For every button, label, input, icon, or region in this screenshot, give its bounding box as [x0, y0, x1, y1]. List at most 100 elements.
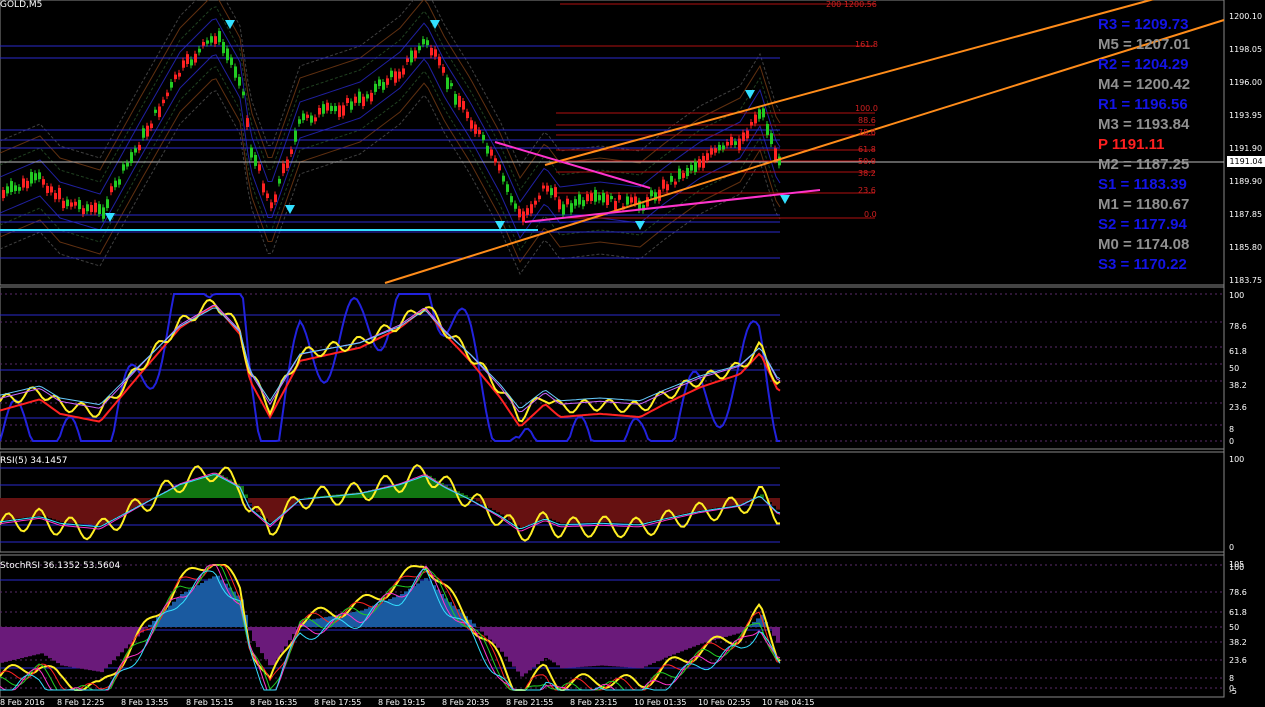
candle-body: [618, 195, 621, 200]
stoch-hist-bar: [636, 627, 640, 668]
stoch-hist-bar: [536, 627, 540, 665]
pivot-m2: M2 = 1187.25: [1098, 156, 1190, 173]
time-tick: 8 Feb 15:15: [186, 698, 234, 707]
stoch-hist-bar: [772, 627, 776, 636]
stoch-hist-bar: [544, 627, 548, 659]
stoch-hist-bar: [568, 627, 572, 668]
candle-body: [282, 163, 285, 174]
candle-body: [374, 83, 377, 92]
time-tick: 8 Feb 13:55: [121, 698, 169, 707]
candle-body: [554, 187, 557, 198]
stoch-hist-bar: [496, 627, 500, 648]
stoch-hist-bar: [664, 627, 668, 658]
stoch-hist-bar: [124, 627, 128, 649]
candle-body: [366, 94, 369, 99]
stoch-hist-bar: [48, 627, 52, 659]
rsi-hist-bar: [116, 498, 120, 517]
stoch-hist-bar: [604, 627, 608, 666]
candle-body: [322, 104, 325, 114]
stoch-hist-bar: [180, 594, 184, 627]
fib-label: 88.6: [858, 116, 876, 125]
candle-body: [218, 31, 221, 43]
fib-label: 78.6: [858, 128, 876, 137]
rsi-hist-bar: [592, 498, 596, 523]
rsi-hist-bar: [84, 498, 88, 525]
magenta-line: [524, 189, 821, 223]
stoch-hist-bar: [8, 627, 12, 661]
candle-body: [486, 145, 489, 154]
candle-body: [150, 123, 153, 129]
ind1-tick: 38.2: [1229, 381, 1247, 390]
candle-body: [330, 105, 333, 111]
chart-canvas[interactable]: [0, 0, 1265, 707]
stoch-hist-bar: [192, 587, 196, 627]
stoch-hist-bar: [488, 627, 492, 640]
price-tick: 1191.90: [1229, 144, 1263, 153]
time-tick: 8 Feb 2016: [0, 698, 45, 707]
candle-body: [570, 203, 573, 213]
stoch-hist-bar: [596, 627, 600, 666]
stoch-hist-bar: [212, 576, 216, 627]
candle-body: [630, 197, 633, 203]
candle-body: [430, 47, 433, 56]
candle-body: [758, 109, 761, 119]
stoch-hist-bar: [540, 627, 544, 662]
stoch-hist-bar: [736, 627, 740, 634]
stoch-hist-bar: [204, 580, 208, 627]
rsi-hist-bar: [772, 498, 776, 506]
candle-body: [598, 195, 601, 201]
candle-body: [478, 130, 481, 135]
candle-body: [298, 119, 301, 124]
ind1-tick: 23.6: [1229, 403, 1247, 412]
candle-body: [186, 54, 189, 64]
candle-body: [26, 180, 29, 189]
candle-body: [98, 204, 101, 215]
candle-body: [338, 105, 341, 117]
stoch-hist-bar: [564, 627, 568, 668]
candle-body: [602, 192, 605, 203]
candle-body: [182, 60, 185, 68]
candle-body: [390, 70, 393, 78]
candle-body: [62, 200, 65, 209]
candle-body: [74, 201, 77, 206]
candle-body: [730, 136, 733, 146]
stoch-hist-bar: [128, 627, 132, 645]
candle-body: [278, 178, 281, 184]
candle-body: [462, 101, 465, 110]
stoch-hist-bar: [392, 597, 396, 627]
candle-body: [518, 208, 521, 218]
candle-body: [530, 204, 533, 214]
ind1-tick: 78.6: [1229, 322, 1247, 331]
rsi-hist-bar: [76, 498, 80, 524]
stoch-hist-bar: [616, 627, 620, 667]
candle-body: [362, 96, 365, 107]
candle-body: [314, 117, 317, 122]
rsi-hist-bar: [268, 498, 272, 522]
candle-body: [686, 168, 689, 177]
rsi-hist-bar: [652, 498, 656, 521]
stoch-hist-bar: [380, 602, 384, 627]
rsi-title: RSI(5) 34.1457: [0, 456, 68, 466]
rsi-hist-bar: [564, 498, 568, 524]
rsi-hist-bar: [776, 498, 780, 510]
rsi-hist-bar: [640, 498, 644, 524]
candle-body: [54, 193, 57, 200]
rsi-hist-bar: [496, 498, 500, 513]
candle-body: [354, 96, 357, 103]
time-tick: 8 Feb 12:25: [57, 698, 105, 707]
stoch-hist-bar: [724, 627, 728, 637]
rsi-hist-bar: [516, 498, 520, 526]
rsi-hist-bar: [264, 498, 268, 519]
candle-body: [50, 186, 53, 193]
candle-body: [606, 194, 609, 205]
candle-body: [306, 114, 309, 118]
stoch-hist-bar: [44, 627, 48, 656]
rsi-hist-bar: [612, 498, 616, 523]
rsi-hist-bar: [668, 498, 672, 517]
time-tick: 8 Feb 16:35: [250, 698, 298, 707]
rsi-hist-bar: [16, 498, 20, 519]
rsi-hist-bar: [108, 498, 112, 522]
candle-body: [46, 185, 49, 193]
candle-body: [506, 184, 509, 192]
rsi-hist-bar: [688, 498, 692, 513]
